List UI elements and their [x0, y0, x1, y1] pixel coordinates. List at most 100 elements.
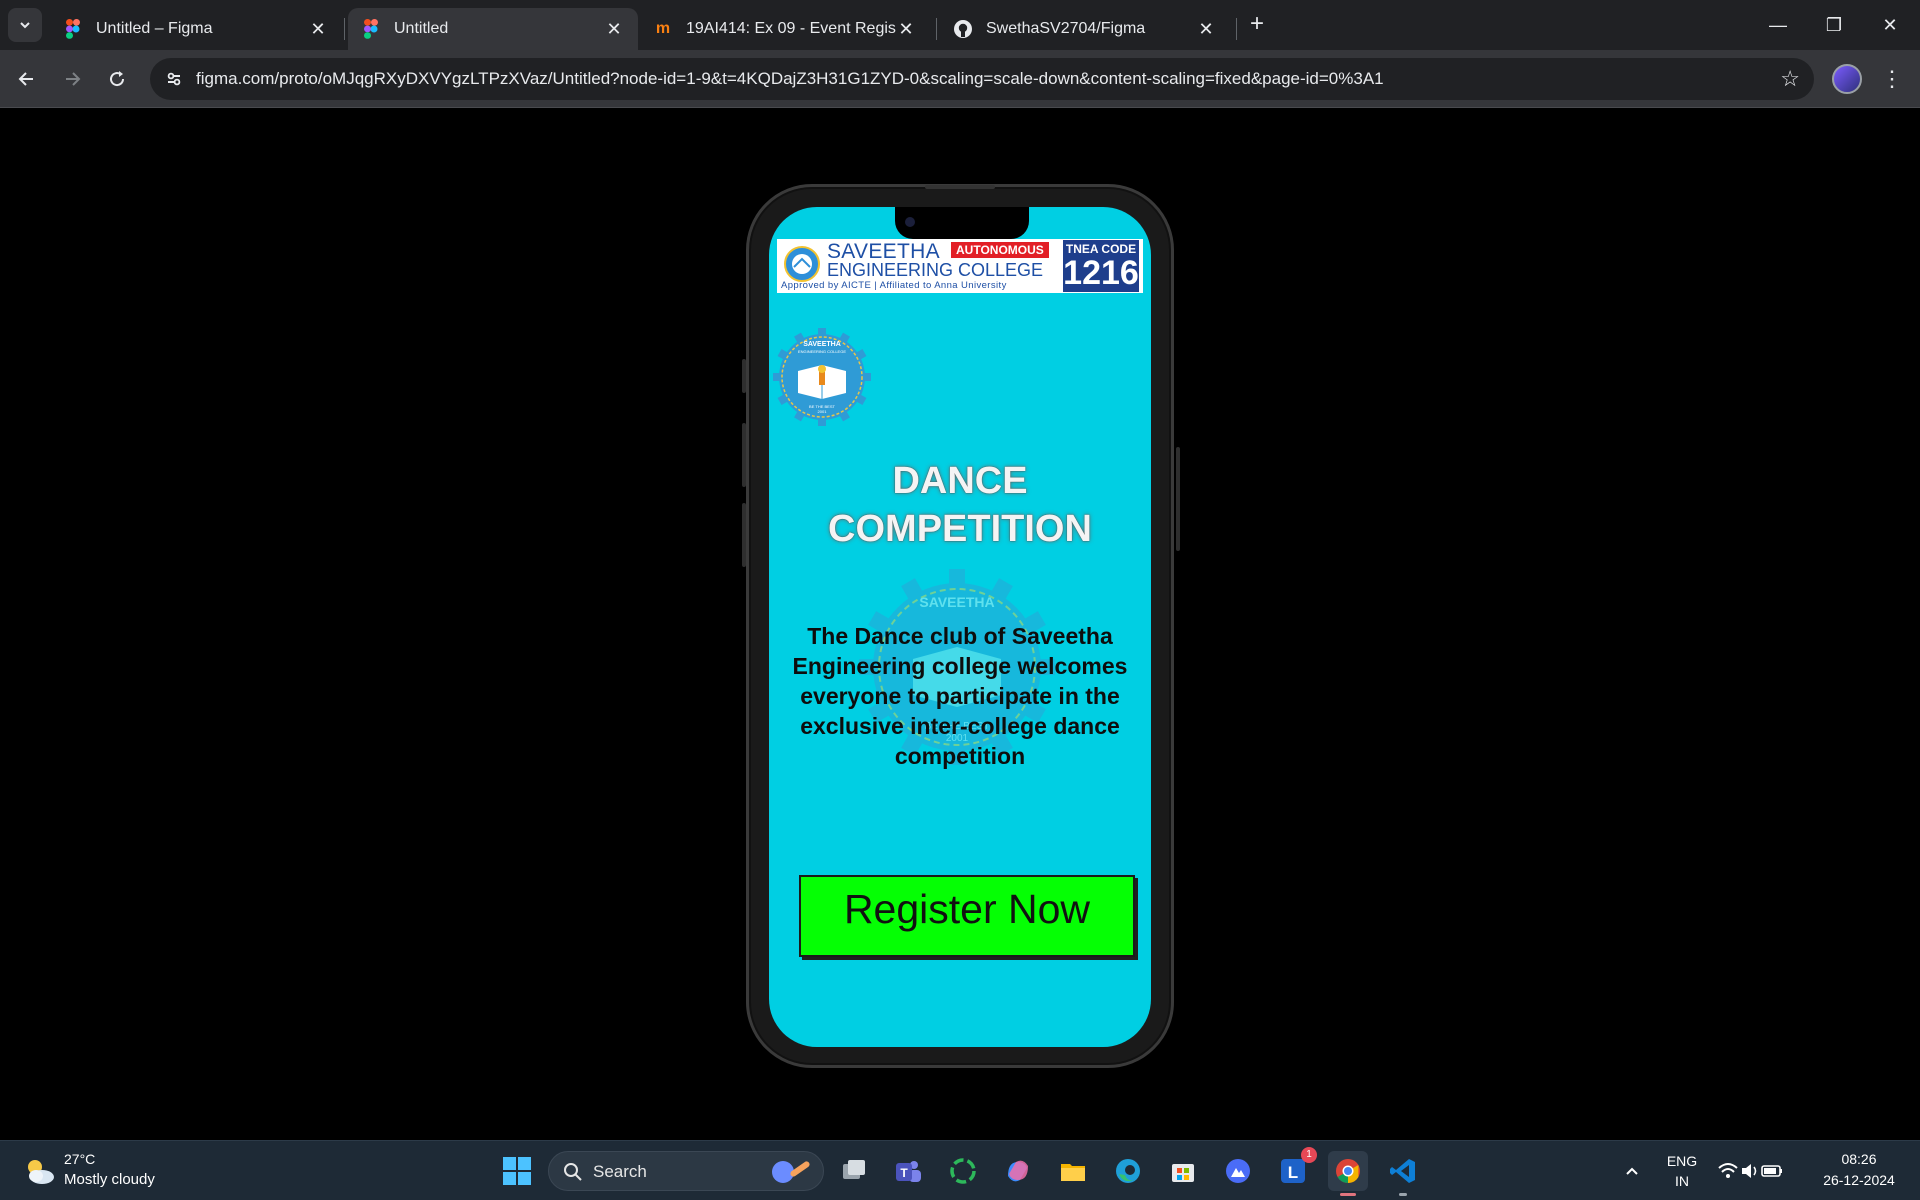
volume-icon	[1742, 1164, 1757, 1178]
chrome-icon	[1336, 1159, 1360, 1183]
url-text[interactable]: figma.com/proto/oMJqgRXyDXVYgzLTPzXVaz/U…	[196, 58, 1384, 100]
tab-title: Untitled – Figma	[96, 20, 213, 37]
copilot-icon	[1008, 1160, 1028, 1182]
tab-search-button[interactable]	[8, 8, 42, 42]
tab-title: Untitled	[394, 20, 449, 37]
minimize-button[interactable]: —	[1758, 10, 1798, 40]
windows-start-button[interactable]	[497, 1151, 537, 1191]
tnea-code: 1216	[1063, 254, 1139, 292]
browser-tab-strip: Untitled – Figma ✕ Untitled ✕ m 19AI414:…	[0, 0, 1920, 50]
svg-text:T: T	[900, 1166, 908, 1180]
teams-icon: T	[896, 1161, 921, 1182]
college-emblem-icon	[784, 246, 820, 282]
autonomous-badge: AUTONOMOUS	[951, 242, 1049, 258]
windows-logo-icon	[503, 1157, 531, 1185]
phone-volume-up	[742, 423, 746, 487]
tnea-code-box: TNEA CODE 1216	[1063, 240, 1139, 292]
figma-icon	[64, 19, 82, 39]
mountain-app-icon	[1226, 1159, 1250, 1183]
copilot-button[interactable]	[998, 1151, 1038, 1191]
task-view-button[interactable]	[834, 1151, 874, 1191]
page-title: DANCE COMPETITION	[828, 460, 1092, 550]
clock-date[interactable]: 26-12-2024	[1814, 1172, 1904, 1188]
phone-volume-down	[742, 503, 746, 567]
search-icon	[564, 1163, 582, 1181]
quick-settings-button[interactable]	[1710, 1151, 1790, 1191]
logo-text-sub: ENGINEERING COLLEGE	[798, 349, 846, 354]
site-info-icon[interactable]	[160, 65, 188, 93]
phone-power-button	[1176, 447, 1180, 551]
vpn-app-button[interactable]	[1218, 1151, 1258, 1191]
phone-notch	[895, 207, 1029, 239]
tab-title: 19AI414: Ex 09 - Event Registrat	[686, 20, 896, 37]
tab-title: SwethaSV2704/Figma	[986, 20, 1146, 37]
chevron-down-icon	[20, 22, 30, 29]
camera-icon	[905, 217, 915, 227]
weather-temperature[interactable]: 27°C	[64, 1151, 95, 1167]
close-tab-icon[interactable]: ✕	[896, 19, 916, 40]
running-app-indicator	[1399, 1193, 1407, 1196]
weather-description[interactable]: Mostly cloudy	[64, 1171, 155, 1188]
register-now-button[interactable]: Register Now	[799, 875, 1135, 957]
microsoft-store-button[interactable]	[1163, 1151, 1203, 1191]
search-placeholder: Search	[593, 1162, 647, 1181]
college-banner: SAVEETHA AUTONOMOUS ENGINEERING COLLEGE …	[777, 239, 1143, 293]
task-view-icon	[843, 1160, 865, 1179]
active-app-indicator	[1340, 1193, 1356, 1196]
notification-badge: 1	[1301, 1147, 1317, 1163]
cloudy-weather-icon[interactable]	[22, 1153, 58, 1189]
back-button[interactable]	[10, 62, 44, 96]
tab-untitled-active[interactable]: Untitled ✕	[348, 8, 638, 50]
language-indicator-line2[interactable]: IN	[1662, 1173, 1702, 1189]
close-tab-icon[interactable]: ✕	[604, 19, 624, 40]
tab-event-registration[interactable]: m 19AI414: Ex 09 - Event Registrat ✕	[640, 8, 930, 50]
vscode-icon	[1390, 1159, 1415, 1183]
edge-button[interactable]	[1108, 1151, 1148, 1191]
event-description: The Dance club of Saveetha Engineering c…	[792, 623, 1128, 769]
moodle-icon: m	[655, 20, 671, 37]
forward-button[interactable]	[55, 62, 89, 96]
l-app-button[interactable]: L 1	[1273, 1147, 1317, 1191]
reload-icon	[110, 71, 125, 87]
language-indicator-line1[interactable]: ENG	[1662, 1153, 1702, 1169]
teams-button[interactable]: T	[888, 1151, 928, 1191]
college-gear-logo: SAVEETHA ENGINEERING COLLEGE BE THE BEST…	[773, 328, 871, 426]
tab-divider	[936, 18, 937, 40]
affiliation-text: Approved by AICTE | Affiliated to Anna U…	[781, 280, 1007, 291]
show-hidden-icons-button[interactable]	[1612, 1151, 1652, 1191]
profile-avatar[interactable]	[1832, 64, 1862, 94]
battery-icon	[1761, 1165, 1782, 1177]
github-icon	[954, 20, 972, 38]
edge-icon	[1116, 1159, 1140, 1183]
figma-icon	[362, 19, 380, 39]
college-name-line2: ENGINEERING COLLEGE	[827, 260, 1044, 280]
chrome-menu-icon[interactable]: ⋮	[1880, 62, 1904, 96]
chrome-button[interactable]	[1328, 1151, 1368, 1196]
chevron-up-icon	[1626, 1167, 1638, 1175]
clock-time[interactable]: 08:26	[1814, 1151, 1904, 1167]
prototype-screen: SAVEETHA AUTONOMOUS ENGINEERING COLLEGE …	[769, 207, 1151, 1047]
wifi-icon	[1718, 1163, 1738, 1178]
address-bar[interactable]: figma.com/proto/oMJqgRXyDXVYgzLTPzXVaz/U…	[150, 58, 1814, 100]
new-tab-button[interactable]: +	[1242, 10, 1272, 40]
restore-button[interactable]: ❐	[1814, 10, 1854, 40]
bookmark-star-icon[interactable]: ☆	[1780, 58, 1800, 100]
college-name-line1: SAVEETHA	[827, 240, 940, 263]
file-explorer-button[interactable]	[1053, 1151, 1093, 1191]
close-tab-icon[interactable]: ✕	[308, 19, 328, 40]
folder-icon	[1061, 1164, 1085, 1181]
tab-untitled-figma[interactable]: Untitled – Figma ✕	[50, 8, 342, 50]
reload-button[interactable]	[100, 62, 134, 96]
close-tab-icon[interactable]: ✕	[1196, 19, 1216, 40]
windows-taskbar: 27°C Mostly cloudy Search T L 1 ENG IN 0…	[0, 1140, 1920, 1200]
vscode-button[interactable]	[1383, 1151, 1423, 1196]
taskbar-search-box[interactable]: Search	[548, 1151, 824, 1191]
store-icon	[1172, 1164, 1194, 1182]
tab-github-figma[interactable]: SwethaSV2704/Figma ✕	[940, 8, 1230, 50]
copilot-search-highlight-icon	[772, 1161, 810, 1183]
circular-app-button[interactable]	[943, 1151, 983, 1191]
phone-mute-switch	[742, 359, 746, 393]
phone-speaker	[925, 185, 995, 189]
arrow-right-icon	[66, 72, 81, 86]
close-window-button[interactable]: ✕	[1870, 10, 1910, 40]
